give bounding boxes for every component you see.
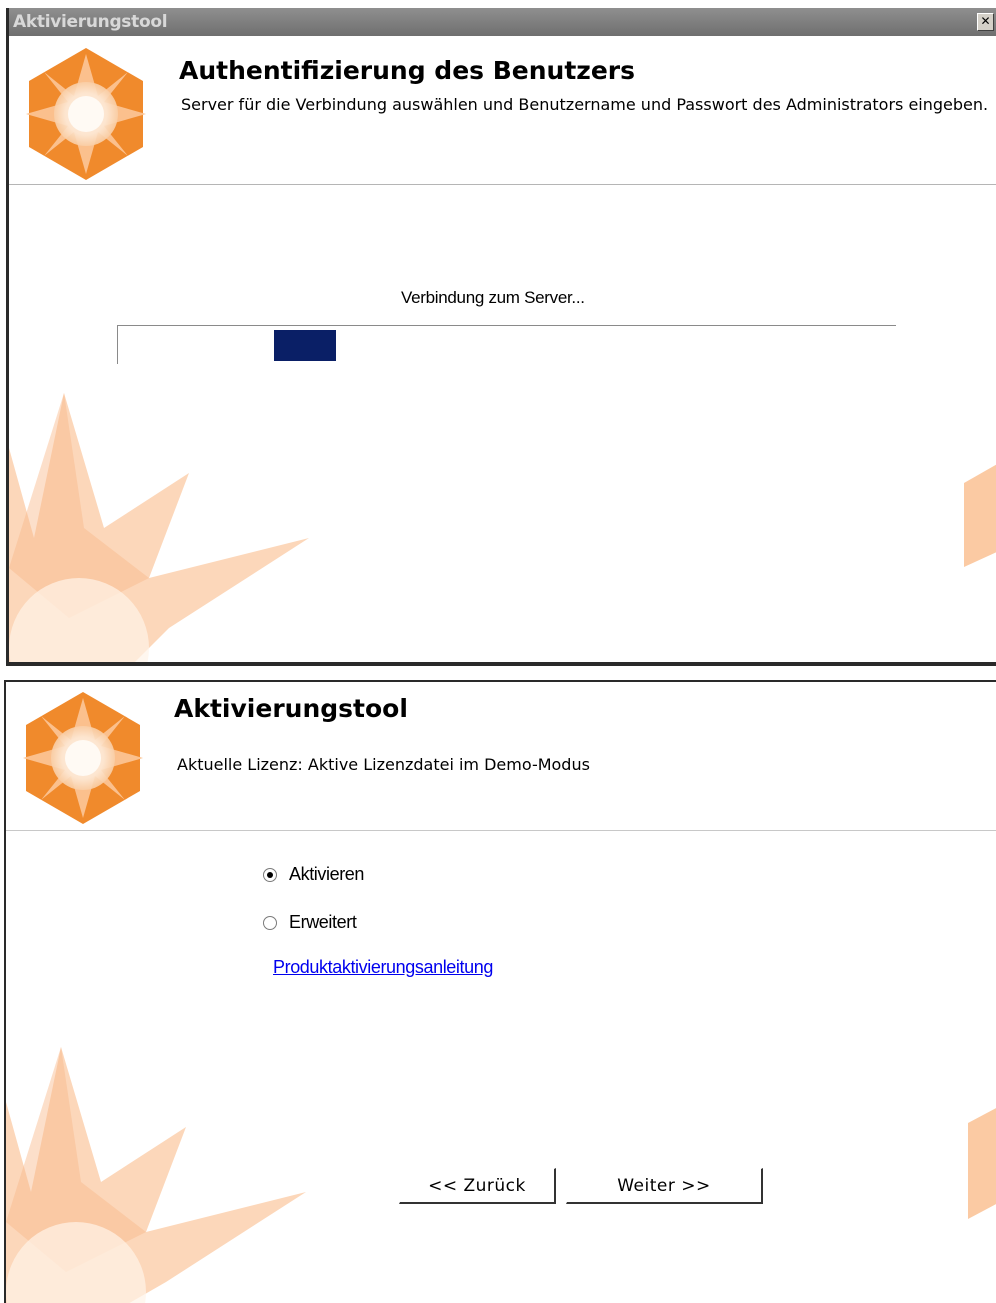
activation-guide-link[interactable]: Produktaktivierungsanleitung	[273, 957, 493, 978]
decorative-shape-icon	[964, 464, 996, 567]
star-logo-icon	[26, 48, 146, 180]
decorative-star-icon	[9, 393, 309, 662]
window-title: Aktivierungstool	[13, 12, 168, 32]
next-button[interactable]: Weiter >>	[566, 1168, 763, 1204]
option-label: Erweitert	[289, 912, 357, 932]
star-logo-icon	[23, 692, 143, 824]
title-bar[interactable]: Aktivierungstool ✕	[9, 8, 996, 36]
back-button[interactable]: << Zurück	[399, 1168, 556, 1204]
page-title: Authentifizierung des Benutzers	[179, 56, 636, 85]
close-icon[interactable]: ✕	[977, 13, 994, 31]
activation-header: Aktivierungstool Aktuelle Lizenz: Aktive…	[6, 682, 996, 831]
decorative-shape-icon	[968, 1108, 996, 1219]
radio-icon[interactable]	[263, 915, 277, 930]
auth-header: Authentifizierung des Benutzers Server f…	[9, 36, 996, 185]
connection-status: Verbindung zum Server...	[401, 288, 585, 307]
radio-icon[interactable]	[263, 867, 277, 882]
option-activate[interactable]: Aktivieren	[263, 864, 364, 885]
option-label: Aktivieren	[289, 864, 365, 884]
page-title: Aktivierungstool	[174, 694, 408, 723]
license-status: Aktuelle Lizenz: Aktive Lizenzdatei im D…	[177, 755, 590, 774]
progress-marquee-block	[274, 330, 336, 361]
auth-window: Aktivierungstool ✕ Authentifizierung des…	[6, 8, 996, 666]
activation-window: Aktivierungstool Aktuelle Lizenz: Aktive…	[4, 680, 996, 1303]
page-subtitle: Server für die Verbindung auswählen und …	[181, 95, 989, 114]
progress-bar	[117, 325, 896, 364]
option-advanced[interactable]: Erweitert	[263, 912, 357, 933]
decorative-star-icon	[6, 1047, 306, 1303]
